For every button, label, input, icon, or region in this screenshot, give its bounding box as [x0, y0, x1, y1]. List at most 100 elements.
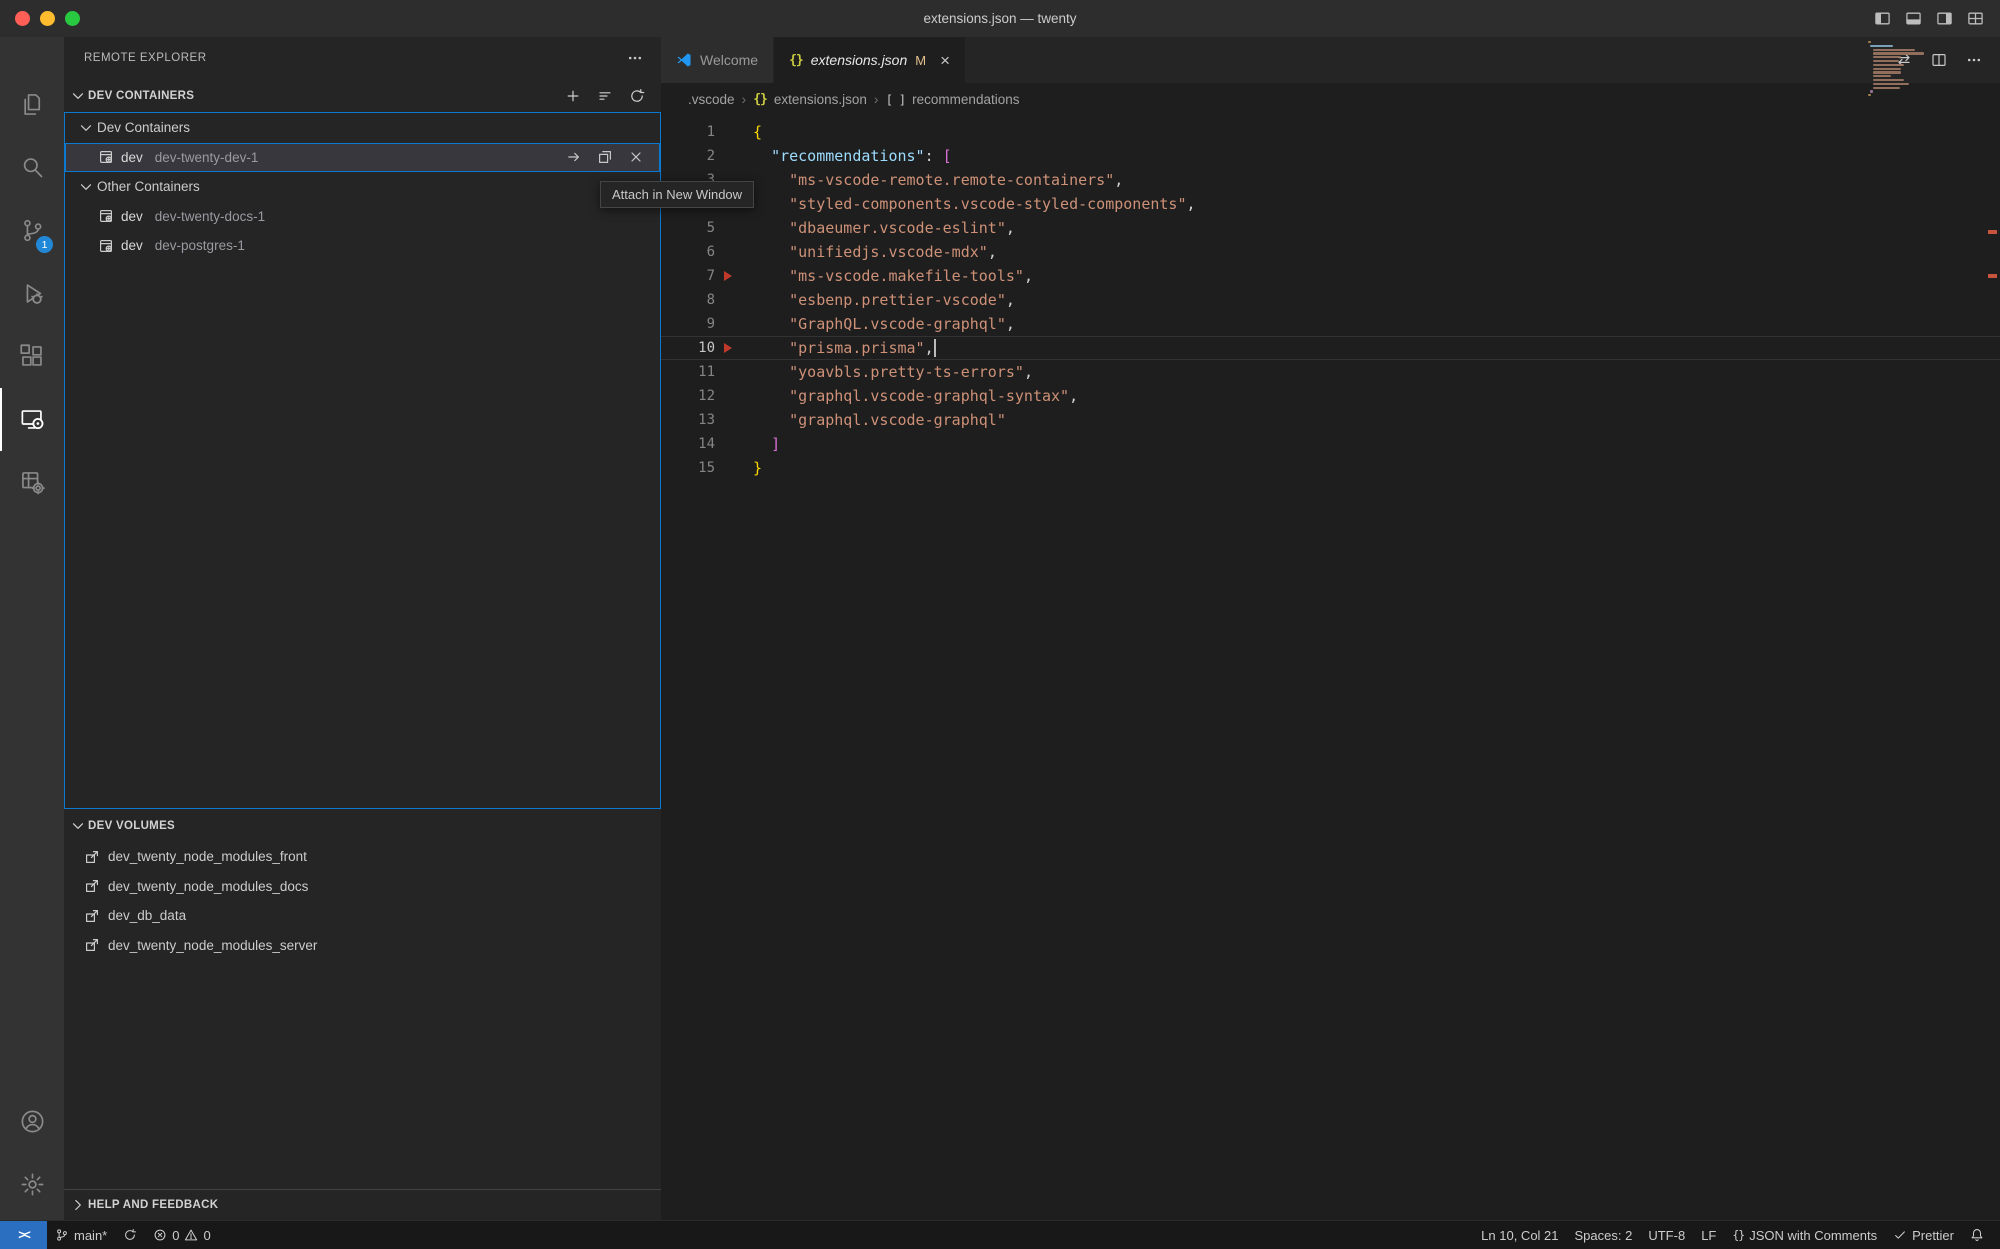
eol-status[interactable]: LF	[1693, 1221, 1724, 1249]
customize-layout-icon[interactable]	[1967, 10, 1984, 27]
row-actions	[566, 149, 660, 165]
plus-icon[interactable]	[565, 88, 581, 104]
cursor-position-status[interactable]: Ln 10, Col 21	[1473, 1221, 1566, 1249]
code-text: ]	[753, 435, 780, 453]
line-number: 1	[661, 124, 715, 140]
dev-containers-tree: Dev Containersdevdev-twenty-dev-1Other C…	[64, 112, 661, 809]
help-feedback-section-header[interactable]: HELP AND FEEDBACK	[64, 1189, 661, 1220]
sync-status[interactable]	[115, 1221, 145, 1249]
chevron-right-icon	[70, 1197, 86, 1213]
container-item[interactable]: devdev-twenty-dev-1	[65, 143, 660, 173]
toggle-primary-sidebar-icon[interactable]	[1874, 10, 1891, 27]
container-item[interactable]: devdev-postgres-1	[65, 231, 660, 261]
code-line[interactable]: 11 "yoavbls.pretty-ts-errors",	[661, 360, 2000, 384]
remote-indicator[interactable]: ><	[0, 1221, 47, 1249]
code-text: {	[753, 123, 762, 141]
collapse-list-icon[interactable]	[597, 88, 613, 104]
dev-containers-section-header[interactable]: DEV CONTAINERS	[64, 79, 661, 112]
remote-icon: ><	[18, 1228, 29, 1242]
breadcrumb-folder[interactable]: .vscode	[688, 92, 735, 107]
activity-dev-containers[interactable]	[0, 451, 64, 514]
formatter-status[interactable]: Prettier	[1885, 1221, 1962, 1249]
activity-settings[interactable]	[0, 1153, 64, 1216]
code-line[interactable]: 12 "graphql.vscode-graphql-syntax",	[661, 384, 2000, 408]
activity-source-control[interactable]: 1	[0, 199, 64, 262]
minimap-line	[1868, 94, 1871, 96]
code-text: "esbenp.prettier-vscode",	[753, 291, 1015, 309]
code-editor[interactable]: 1{2 "recommendations": [3 "ms-vscode-rem…	[661, 115, 2000, 1220]
minimap-line	[1870, 45, 1893, 47]
code-line[interactable]: 9 "GraphQL.vscode-graphql",	[661, 312, 2000, 336]
activity-search[interactable]	[0, 136, 64, 199]
gutter	[715, 271, 753, 281]
breadcrumb-separator: ›	[742, 91, 747, 107]
toggle-panel-icon[interactable]	[1905, 10, 1922, 27]
volume-item[interactable]: dev_twenty_node_modules_server	[64, 931, 661, 961]
code-line[interactable]: 4 "styled-components.vscode-styled-compo…	[661, 192, 2000, 216]
tab-label: extensions.json	[811, 52, 908, 68]
activity-accounts[interactable]	[0, 1090, 64, 1153]
editor-group: Welcome {} extensions.json M × .vscode ›…	[661, 37, 2000, 1220]
code-line[interactable]: 13 "graphql.vscode-graphql"	[661, 408, 2000, 432]
line-number: 7	[661, 268, 715, 284]
code-line[interactable]: 14 ]	[661, 432, 2000, 456]
activity-extensions[interactable]	[0, 325, 64, 388]
problems-status[interactable]: 0 0	[145, 1221, 218, 1249]
close-button[interactable]	[15, 11, 30, 26]
code-line[interactable]: 2 "recommendations": [	[661, 144, 2000, 168]
breadcrumb-file[interactable]: extensions.json	[774, 92, 867, 107]
code-text: "graphql.vscode-graphql"	[753, 411, 1006, 429]
more-actions-icon[interactable]	[627, 50, 643, 66]
close-icon[interactable]	[628, 149, 644, 165]
dev-volumes-section-header[interactable]: DEV VOLUMES	[64, 809, 661, 842]
bell-icon	[1970, 1228, 1984, 1242]
code-text: "ms-vscode.makefile-tools",	[753, 267, 1033, 285]
activity-remote-explorer[interactable]	[0, 388, 64, 451]
token: ,	[1006, 291, 1015, 309]
language-mode-status[interactable]: {} JSON with Comments	[1724, 1221, 1885, 1249]
tab-welcome[interactable]: Welcome	[661, 37, 774, 83]
gutter	[715, 343, 753, 353]
code-line[interactable]: 6 "unifiedjs.vscode-mdx",	[661, 240, 2000, 264]
tree-group[interactable]: Dev Containers	[65, 113, 660, 143]
minimize-button[interactable]	[40, 11, 55, 26]
container-item[interactable]: devdev-twenty-docs-1	[65, 202, 660, 232]
attach-window-icon[interactable]	[597, 149, 613, 165]
volume-item[interactable]: dev_twenty_node_modules_docs	[64, 872, 661, 902]
close-icon[interactable]: ×	[940, 52, 950, 69]
tab-extensions-json[interactable]: {} extensions.json M ×	[774, 37, 966, 83]
encoding-status[interactable]: UTF-8	[1640, 1221, 1693, 1249]
breadcrumb-symbol[interactable]: recommendations	[912, 92, 1019, 107]
minimap-line	[1873, 68, 1902, 70]
maximize-button[interactable]	[65, 11, 80, 26]
token: ,	[1186, 195, 1195, 213]
code-line[interactable]: 10 "prisma.prisma",	[661, 336, 2000, 360]
line-number: 9	[661, 316, 715, 332]
help-feedback-label: HELP AND FEEDBACK	[88, 1199, 218, 1211]
code-line[interactable]: 8 "esbenp.prettier-vscode",	[661, 288, 2000, 312]
indentation-status[interactable]: Spaces: 2	[1567, 1221, 1641, 1249]
arrow-right-icon[interactable]	[566, 149, 582, 165]
minimap-line	[1873, 52, 1925, 54]
volume-item[interactable]: dev_db_data	[64, 901, 661, 931]
refresh-icon[interactable]	[629, 88, 645, 104]
code-line[interactable]: 5 "dbaeumer.vscode-eslint",	[661, 216, 2000, 240]
code-line[interactable]: 15}	[661, 456, 2000, 480]
token: "dbaeumer.vscode-eslint"	[789, 219, 1006, 237]
token: "recommendations"	[771, 147, 925, 165]
minimap[interactable]	[1868, 41, 1978, 98]
code-line[interactable]: 3 "ms-vscode-remote.remote-containers",	[661, 168, 2000, 192]
activity-explorer[interactable]	[0, 73, 64, 136]
notifications-status[interactable]	[1962, 1221, 1992, 1249]
code-line[interactable]: 7 "ms-vscode.makefile-tools",	[661, 264, 2000, 288]
activity-run-debug[interactable]	[0, 262, 64, 325]
volume-item[interactable]: dev_twenty_node_modules_front	[64, 842, 661, 872]
chevron-down-icon	[78, 120, 94, 136]
token	[753, 147, 771, 165]
branch-status[interactable]: main*	[47, 1221, 115, 1249]
toggle-secondary-sidebar-icon[interactable]	[1936, 10, 1953, 27]
token: [	[943, 147, 952, 165]
code-line[interactable]: 1{	[661, 120, 2000, 144]
line-number: 12	[661, 388, 715, 404]
tree-group[interactable]: Other Containers	[65, 172, 660, 202]
